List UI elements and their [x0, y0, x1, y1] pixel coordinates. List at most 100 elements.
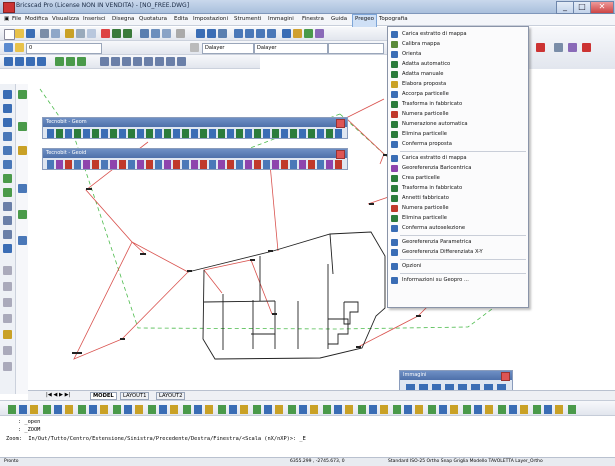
layer-select[interactable]: 0: [26, 43, 102, 54]
color-icon[interactable]: [190, 43, 199, 52]
pregeo-menu-item[interactable]: Conferma proposta: [388, 140, 542, 149]
bottom-tool-icons[interactable]: [8, 405, 578, 414]
pregeo-menu-item[interactable]: Numera particelle: [388, 110, 542, 119]
revcloud-icon[interactable]: [3, 362, 12, 371]
pregeo-menu-item[interactable]: Elimina particelle: [388, 130, 542, 139]
panel-close-icon[interactable]: [336, 150, 345, 159]
pregeo-menu-item[interactable]: Georeferenzia Baricentrica: [388, 164, 542, 173]
boundary-icon[interactable]: [3, 314, 12, 323]
point-icon[interactable]: [3, 90, 12, 99]
geoid-tool-icons[interactable]: [47, 160, 343, 169]
pregeo-menu-item[interactable]: Trasforma in fabbricato: [388, 100, 542, 109]
save-icon[interactable]: [26, 29, 35, 38]
polar-icon[interactable]: [37, 57, 46, 66]
zoom-in-icon[interactable]: [245, 29, 254, 38]
pregeo-menu-item[interactable]: Numera particelle: [388, 204, 542, 213]
pregeo-menu-item[interactable]: Annetti fabbricato: [388, 194, 542, 203]
status-toggles[interactable]: Standard ISO-25 Ortho Snap Griglia Model…: [388, 459, 543, 464]
tab-layout2[interactable]: LAYOUT2: [156, 392, 186, 400]
menu-guida[interactable]: Guida: [331, 16, 347, 22]
scale-icon[interactable]: [122, 57, 131, 66]
grid-icon[interactable]: [4, 57, 13, 66]
menu-quotatura[interactable]: Quotatura: [139, 16, 167, 22]
lineweight-select[interactable]: Dalayer: [254, 43, 328, 54]
ellipse-icon[interactable]: [3, 160, 12, 169]
menu-visualizza[interactable]: Visualizza: [52, 16, 79, 22]
divide-icon[interactable]: [3, 282, 12, 291]
pregeo-menu-item[interactable]: Carica estratto di mappa: [388, 30, 542, 39]
wipeout-icon[interactable]: [3, 346, 12, 355]
ucs-world-icon[interactable]: [568, 43, 577, 52]
properties-icon[interactable]: [140, 29, 149, 38]
rectangle-icon[interactable]: [3, 174, 12, 183]
pregeo-menu-item[interactable]: Adatta automatico: [388, 60, 542, 69]
zoom-realtime-icon[interactable]: [218, 29, 227, 38]
menu-finestra[interactable]: Finestra: [302, 16, 324, 22]
pan-icon[interactable]: [207, 29, 216, 38]
pregeo-menu-item[interactable]: Elabora proposta: [388, 80, 542, 89]
zoom-extents-icon[interactable]: [267, 29, 276, 38]
mirror-icon[interactable]: [133, 57, 142, 66]
tecnobit-geom-title[interactable]: Tecnobit - Geom: [43, 118, 347, 127]
pregeo-menu-item[interactable]: Calibra mappa: [388, 40, 542, 49]
tecnobit-geoid-title[interactable]: Tecnobit - Geoid: [43, 149, 347, 158]
close-drawing-icon[interactable]: [582, 43, 591, 52]
layer-manager-icon[interactable]: [4, 43, 13, 52]
move-icon[interactable]: [100, 57, 109, 66]
pregeo-menu-item[interactable]: Georeferenzia Differenziata X-Y: [388, 248, 542, 257]
ucs-icon[interactable]: [315, 29, 324, 38]
view-icon[interactable]: [282, 29, 291, 38]
break-icon[interactable]: [18, 236, 27, 245]
region-icon[interactable]: [3, 298, 12, 307]
close-button[interactable]: ✕: [590, 1, 614, 14]
command-line[interactable]: : _open : _ZOOM Zoom: In/Out/Tutto/Centr…: [0, 416, 615, 458]
help-icon[interactable]: [176, 29, 185, 38]
rotate-icon[interactable]: [111, 57, 120, 66]
immagini-title[interactable]: Immagini: [400, 371, 512, 380]
delete-icon[interactable]: [101, 29, 110, 38]
array-icon[interactable]: [18, 184, 27, 193]
trim-icon[interactable]: [155, 57, 164, 66]
menu-inserisci[interactable]: Inserisci: [83, 16, 106, 22]
open-icon[interactable]: [15, 29, 24, 38]
hatch-icon[interactable]: [3, 202, 12, 211]
panel-close-icon[interactable]: [336, 119, 345, 128]
menu-topografia[interactable]: Topografia: [379, 16, 408, 22]
polygon-icon[interactable]: [3, 188, 12, 197]
menu-immagini[interactable]: Immagini: [268, 16, 294, 22]
midpoint-icon[interactable]: [77, 57, 86, 66]
pregeo-menu-item[interactable]: Georeferenzia Parametrica: [388, 238, 542, 247]
linetype-select[interactable]: Dalayer: [202, 43, 254, 54]
pregeo-menu-item[interactable]: Orienta: [388, 50, 542, 59]
explorer-icon[interactable]: [162, 29, 171, 38]
render-icon[interactable]: [293, 29, 302, 38]
layer-state-icon[interactable]: [15, 43, 24, 52]
maximize-button[interactable]: □: [573, 1, 591, 14]
zoom-out-icon[interactable]: [256, 29, 265, 38]
extend-icon[interactable]: [166, 57, 175, 66]
attribute-icon[interactable]: [3, 330, 12, 339]
plotstyle-select[interactable]: [328, 43, 384, 54]
pregeo-menu-item[interactable]: Conferma autoselezione: [388, 224, 542, 233]
preview-icon[interactable]: [51, 29, 60, 38]
pregeo-menu-item[interactable]: Accorpa particelle: [388, 90, 542, 99]
pregeo-menu-item[interactable]: Opzioni: [388, 262, 542, 271]
endpoint-icon[interactable]: [66, 57, 75, 66]
polyline-icon[interactable]: [3, 118, 12, 127]
new-icon[interactable]: [4, 29, 15, 40]
geom-tool-icons[interactable]: [47, 129, 343, 138]
layers-icon[interactable]: [151, 29, 160, 38]
pregeo-menu-item[interactable]: Crea particelle: [388, 174, 542, 183]
measure-icon[interactable]: [3, 266, 12, 275]
stretch-icon[interactable]: [18, 210, 27, 219]
copy-icon[interactable]: [76, 29, 85, 38]
insert-icon[interactable]: [3, 244, 12, 253]
copy-tool-icon[interactable]: [18, 146, 27, 155]
pregeo-menu-item[interactable]: Informazioni su Geopro ...: [388, 276, 542, 285]
line-tool-icon[interactable]: [3, 104, 12, 113]
print-icon[interactable]: [40, 29, 49, 38]
pregeo-menu-item[interactable]: Carica estratto di mappa: [388, 154, 542, 163]
pregeo-menu-item[interactable]: Numerazione automatica: [388, 120, 542, 129]
pregeo-menu-item[interactable]: Elimina particelle: [388, 214, 542, 223]
redo-icon[interactable]: [123, 29, 132, 38]
